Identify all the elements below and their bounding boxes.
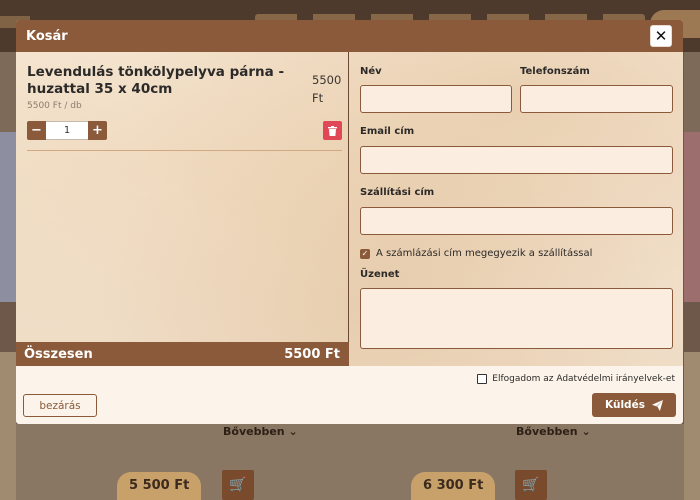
privacy-checkbox[interactable] <box>477 374 488 384</box>
cart-icon: 🛒 <box>515 470 547 500</box>
product-price-1: 5 500 Ft <box>117 472 202 500</box>
email-field[interactable] <box>360 146 673 174</box>
modal-body: Levendulás tönkölypelyva párna - huzatta… <box>16 52 683 366</box>
modal-header: Kosár ✕ <box>16 20 683 52</box>
close-button[interactable]: bezárás <box>23 394 97 417</box>
privacy-row: Elfogadom az Adatvédelmi irányelvek-et <box>477 374 675 384</box>
cart-item-price: 5500 Ft <box>312 73 342 105</box>
product-card-right-edge <box>684 52 700 500</box>
product-card-left-edge <box>0 52 16 500</box>
cart-divider <box>27 150 342 151</box>
cart-item-name: Levendulás tönkölypelyva párna - huzatta… <box>27 64 285 97</box>
total-value: 5500 Ft <box>284 346 340 362</box>
cart-item-unit-price: 5500 Ft / db <box>27 101 82 111</box>
more-link-1: Bővebben ⌄ <box>223 425 298 438</box>
quantity-input[interactable] <box>46 121 88 140</box>
decrease-quantity-button[interactable]: − <box>27 121 46 140</box>
more-link-2: Bővebben ⌄ <box>516 425 591 438</box>
send-button[interactable]: Küldés <box>592 393 676 417</box>
close-icon[interactable]: ✕ <box>650 25 672 47</box>
message-field[interactable] <box>360 288 673 349</box>
quantity-stepper: − + <box>27 121 107 140</box>
order-form: Név Telefonszám Email cím Szállítási cím… <box>350 52 683 366</box>
phone-field[interactable] <box>520 85 673 113</box>
cart-modal: Kosár ✕ Levendulás tönkölypelyva párna -… <box>16 20 683 424</box>
name-label: Név <box>360 66 382 77</box>
total-label: Összesen <box>24 346 93 362</box>
trash-icon[interactable] <box>323 121 342 140</box>
billing-same-checkbox[interactable]: ✓ <box>360 248 370 259</box>
email-label: Email cím <box>360 126 415 137</box>
billing-same-row: ✓ A számlázási cím megegyezik a szállítá… <box>360 248 592 259</box>
phone-label: Telefonszám <box>520 66 590 77</box>
shipping-address-field[interactable] <box>360 207 673 235</box>
paper-plane-icon <box>651 399 663 411</box>
shipping-address-label: Szállítási cím <box>360 187 435 198</box>
name-field[interactable] <box>360 85 512 113</box>
message-label: Üzenet <box>360 269 400 280</box>
cart-icon: 🛒 <box>222 470 254 500</box>
billing-same-label: A számlázási cím megegyezik a szállításs… <box>376 248 593 259</box>
product-price-2: 6 300 Ft <box>411 472 496 500</box>
send-button-label: Küldés <box>605 399 645 411</box>
cart-list: Levendulás tönkölypelyva párna - huzatta… <box>16 52 349 366</box>
increase-quantity-button[interactable]: + <box>88 121 107 140</box>
privacy-label: Elfogadom az Adatvédelmi irányelvek-et <box>492 374 675 384</box>
modal-title: Kosár <box>26 28 68 44</box>
total-bar: Összesen 5500 Ft <box>16 342 349 366</box>
